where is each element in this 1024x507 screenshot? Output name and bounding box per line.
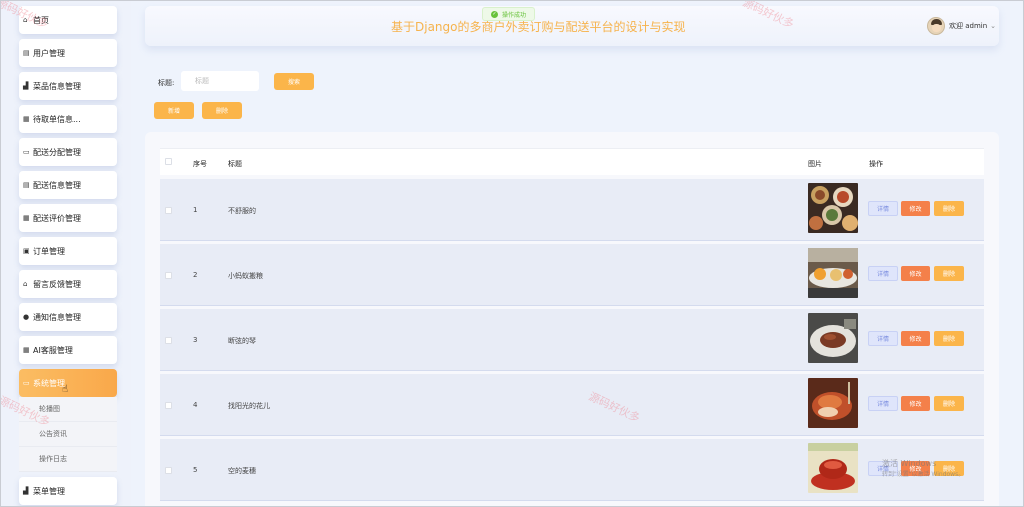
column-header-title: 标题 xyxy=(228,160,242,168)
windows-activation-watermark: 激活 Windows 转到"设置"以激活 Windows。 xyxy=(882,458,964,480)
table-row: 2 小蚂蚁搬粮 详情 修改 删除 xyxy=(160,244,984,306)
home-icon: ⌂ xyxy=(23,279,28,288)
order-icon: ▣ xyxy=(23,246,30,255)
delete-button[interactable]: 删除 xyxy=(934,396,964,411)
row-index: 4 xyxy=(193,401,198,409)
row-index: 1 xyxy=(193,206,198,214)
sidebar-item-users[interactable]: ▤ 用户管理 xyxy=(19,39,117,67)
add-button[interactable]: 新增 xyxy=(154,102,194,119)
edit-button[interactable]: 修改 xyxy=(901,266,930,281)
select-all-checkbox[interactable] xyxy=(165,158,172,165)
row-index: 3 xyxy=(193,336,198,344)
search-input[interactable] xyxy=(181,71,259,91)
system-icon: ▭ xyxy=(23,378,30,387)
dish-image xyxy=(808,313,858,363)
sidebar-item-delivery-review[interactable]: ▦ 配送评价管理 xyxy=(19,204,117,232)
grid-icon: ▦ xyxy=(23,114,30,123)
list-icon: ▤ xyxy=(23,180,30,189)
column-header-image: 图片 xyxy=(808,160,822,168)
search-label: 标题: xyxy=(158,79,175,87)
detail-button[interactable]: 详情 xyxy=(868,266,898,281)
table-row: 1 不舒服的 详情 修改 删除 xyxy=(160,179,984,241)
table-row: 5 空的麦穗 详情 修改 删除 xyxy=(160,439,984,501)
page-title: 基于Django的多商户外卖订购与配送平台的设计与实现 xyxy=(391,20,686,34)
windows-watermark-line2: 转到"设置"以激活 Windows。 xyxy=(882,471,965,478)
sidebar-item-notifications[interactable]: ● 通知信息管理 xyxy=(19,303,117,331)
delete-button[interactable]: 删除 xyxy=(934,331,964,346)
sidebar: ⌂ 首页 ▤ 用户管理 ▟ 菜品信息管理 ▦ 待取单信息... ▭ 配送分配管理 ▤ 配送信… xyxy=(1,1,131,506)
sidebar-item-label: 订单管理 xyxy=(33,246,65,256)
sidebar-item-label: 配送评价管理 xyxy=(33,213,81,223)
sidebar-item-label: 配送信息管理 xyxy=(33,180,81,190)
row-title: 不舒服的 xyxy=(228,207,256,215)
people-icon: ▟ xyxy=(23,486,29,495)
row-checkbox[interactable] xyxy=(165,272,172,279)
submenu-item-announcements[interactable]: 公告资讯 xyxy=(19,422,117,447)
row-checkbox[interactable] xyxy=(165,207,172,214)
table-row: 4 找阳光的花儿 详情 修改 删除 xyxy=(160,374,984,436)
sidebar-item-label: 配送分配管理 xyxy=(33,147,81,157)
sidebar-item-label: 系统管理 xyxy=(33,378,65,388)
dish-image xyxy=(808,183,858,233)
row-title: 空的麦穗 xyxy=(228,467,256,475)
sidebar-item-label: 留言反馈管理 xyxy=(33,279,81,289)
column-header-ops: 操作 xyxy=(869,160,883,168)
mouse-cursor-icon: ☝ xyxy=(62,384,69,395)
chevron-down-icon: ⌄ xyxy=(990,22,997,30)
sidebar-item-dishes[interactable]: ▟ 菜品信息管理 xyxy=(19,72,117,100)
user-menu[interactable]: 欢迎 admin ⌄ xyxy=(927,17,996,35)
toast-text: 操作成功 xyxy=(502,11,527,19)
sidebar-item-orders[interactable]: ▣ 订单管理 xyxy=(19,237,117,265)
edit-button[interactable]: 修改 xyxy=(901,331,930,346)
success-toast: ✓ 操作成功 xyxy=(482,7,536,21)
sidebar-item-label: 用户管理 xyxy=(33,48,65,58)
edit-button[interactable]: 修改 xyxy=(901,396,930,411)
row-checkbox[interactable] xyxy=(165,467,172,474)
row-title: 断弦的琴 xyxy=(228,337,256,345)
bell-icon: ● xyxy=(23,312,30,321)
sidebar-item-delivery-info[interactable]: ▤ 配送信息管理 xyxy=(19,171,117,199)
detail-button[interactable]: 详情 xyxy=(868,396,898,411)
row-title: 找阳光的花儿 xyxy=(228,402,270,410)
sidebar-item-label: 菜品信息管理 xyxy=(33,81,81,91)
batch-delete-button[interactable]: 删除 xyxy=(202,102,242,119)
search-button[interactable]: 搜索 xyxy=(274,73,314,90)
detail-button[interactable]: 详情 xyxy=(868,331,898,346)
briefcase-icon: ▭ xyxy=(23,147,30,156)
check-circle-icon: ✓ xyxy=(491,10,498,18)
dish-image xyxy=(808,378,858,428)
user-table-icon: ▤ xyxy=(23,48,30,57)
delete-button[interactable]: 删除 xyxy=(934,266,964,281)
sidebar-item-label: 待取单信息... xyxy=(33,114,81,124)
column-header-index: 序号 xyxy=(193,160,207,168)
sidebar-item-ai-service[interactable]: ▦ AI客服管理 xyxy=(19,336,117,364)
delete-button[interactable]: 删除 xyxy=(934,201,964,216)
table-row: 3 断弦的琴 详情 修改 删除 xyxy=(160,309,984,371)
submenu-item-operation-log[interactable]: 操作日志 xyxy=(19,447,117,472)
row-index: 5 xyxy=(193,466,198,474)
table-header: 序号 标题 图片 操作 xyxy=(160,148,984,175)
grid-icon: ▦ xyxy=(23,213,30,222)
edit-button[interactable]: 修改 xyxy=(901,201,930,216)
sidebar-item-label: 通知信息管理 xyxy=(33,312,81,322)
sidebar-item-delivery-assign[interactable]: ▭ 配送分配管理 xyxy=(19,138,117,166)
row-checkbox[interactable] xyxy=(165,402,172,409)
windows-watermark-line1: 激活 Windows xyxy=(882,459,937,468)
sidebar-item-menu[interactable]: ▟ 菜单管理 xyxy=(19,477,117,505)
avatar xyxy=(927,17,945,35)
dish-image xyxy=(808,443,858,493)
welcome-text: 欢迎 admin xyxy=(949,22,988,30)
detail-button[interactable]: 详情 xyxy=(868,201,898,216)
sidebar-item-pending-orders[interactable]: ▦ 待取单信息... xyxy=(19,105,117,133)
app-window: ⌂ 首页 ▤ 用户管理 ▟ 菜品信息管理 ▦ 待取单信息... ▭ 配送分配管理 ▤ 配送信… xyxy=(0,0,1024,507)
row-checkbox[interactable] xyxy=(165,337,172,344)
sidebar-item-feedback[interactable]: ⌂ 留言反馈管理 xyxy=(19,270,117,298)
grid-icon: ▦ xyxy=(23,345,30,354)
sidebar-item-label: AI客服管理 xyxy=(33,345,73,355)
row-index: 2 xyxy=(193,271,198,279)
dish-image xyxy=(808,248,858,298)
people-icon: ▟ xyxy=(23,81,29,90)
sidebar-item-label: 菜单管理 xyxy=(33,486,65,496)
row-title: 小蚂蚁搬粮 xyxy=(228,272,263,280)
